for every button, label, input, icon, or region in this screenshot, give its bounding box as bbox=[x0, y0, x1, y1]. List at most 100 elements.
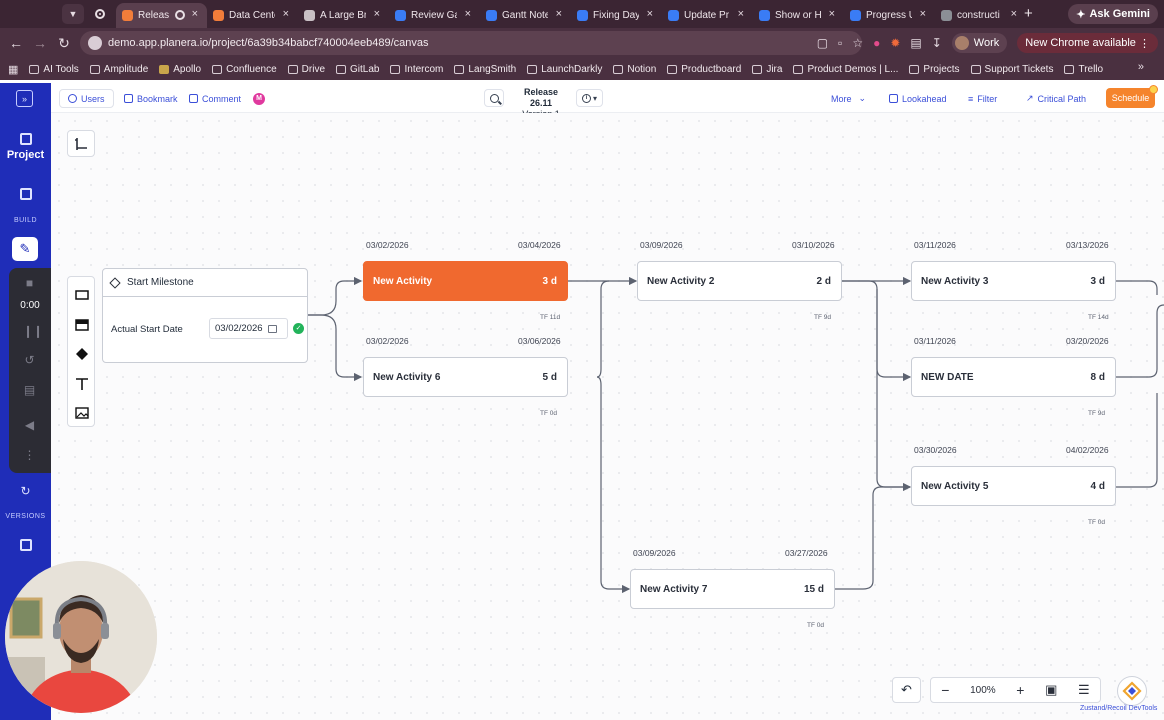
fit-to-screen-icon[interactable]: ▣ bbox=[1045, 682, 1057, 698]
apps-grid-icon[interactable]: ▦ bbox=[8, 63, 18, 76]
activity-node[interactable]: NEW DATE 8 d bbox=[911, 357, 1116, 397]
cast-icon[interactable]: ▫ bbox=[838, 36, 842, 50]
network-canvas[interactable]: Start Milestone Actual Start Date 03/02/… bbox=[51, 113, 1164, 720]
zoom-out-button[interactable]: − bbox=[941, 682, 949, 698]
bookmark-item[interactable]: Support Tickets bbox=[970, 64, 1053, 75]
bookmark-item[interactable]: Projects bbox=[909, 64, 960, 75]
milestone-tool[interactable] bbox=[75, 347, 89, 361]
sidebar-item-versions[interactable] bbox=[0, 539, 51, 551]
chrome-update-button[interactable]: New Chrome available ⋮ bbox=[1017, 33, 1158, 53]
activity-node[interactable]: New Activity 2 2 d bbox=[637, 261, 842, 301]
undo-button[interactable]: ↶ bbox=[892, 677, 921, 703]
sidebar-item-table[interactable] bbox=[0, 188, 51, 200]
browser-tab[interactable]: Fixing Day × bbox=[571, 3, 662, 28]
more-icon[interactable]: ⋮ bbox=[23, 448, 36, 462]
browser-tab[interactable]: Data Cente × bbox=[207, 3, 298, 28]
back-icon[interactable]: ← bbox=[4, 35, 28, 51]
sidebar-item-history[interactable]: ↻ bbox=[0, 484, 51, 498]
extension-icon[interactable]: ● bbox=[873, 36, 880, 50]
browser-tab[interactable]: Progress U × bbox=[844, 3, 935, 28]
settings-sliders-icon[interactable]: ☰ bbox=[1078, 682, 1090, 698]
bookmark-item[interactable]: Confluence bbox=[212, 64, 277, 75]
bookmark-item[interactable]: Intercom bbox=[390, 64, 443, 75]
close-icon[interactable]: × bbox=[556, 8, 562, 20]
bookmark-item[interactable]: AI Tools bbox=[29, 64, 79, 75]
search-button[interactable] bbox=[484, 89, 504, 107]
bookmark-item[interactable]: Jira bbox=[752, 64, 782, 75]
info-dropdown[interactable]: i ▾ bbox=[576, 89, 603, 107]
extension-burst-icon[interactable]: ✹ bbox=[890, 36, 900, 50]
filter-button[interactable]: ≡ Filter bbox=[968, 89, 997, 108]
bookmark-item[interactable]: Amplitude bbox=[89, 64, 148, 75]
bookmark-item[interactable]: LangSmith bbox=[454, 64, 516, 75]
start-milestone-card[interactable]: Start Milestone Actual Start Date 03/02/… bbox=[102, 268, 308, 363]
lookahead-button[interactable]: Lookahead bbox=[889, 89, 947, 108]
bookmark-item[interactable]: Product Demos | L... bbox=[793, 64, 898, 75]
schedule-button[interactable]: Schedule bbox=[1106, 85, 1158, 108]
bookmark-item[interactable]: Notion bbox=[613, 64, 656, 75]
reload-icon[interactable]: ↻ bbox=[52, 35, 76, 52]
close-icon[interactable]: × bbox=[647, 8, 653, 20]
browser-tab[interactable]: A Large Br × bbox=[298, 3, 389, 28]
tab-search-button[interactable]: ▼ bbox=[62, 4, 84, 24]
bookmark-item[interactable]: GitLab bbox=[336, 64, 379, 75]
browser-tab[interactable]: Show or H × bbox=[753, 3, 844, 28]
close-icon[interactable]: × bbox=[465, 8, 471, 20]
install-app-icon[interactable]: ▢ bbox=[817, 36, 828, 50]
text-tool[interactable] bbox=[75, 377, 89, 391]
sidebar-expand-button[interactable]: » bbox=[16, 90, 33, 107]
activity-node[interactable]: New Activity 3 3 d bbox=[911, 261, 1116, 301]
devtools-button[interactable] bbox=[1117, 676, 1147, 706]
bookmark-button[interactable]: Bookmark bbox=[124, 89, 178, 108]
pause-icon[interactable]: ❙❙ bbox=[23, 324, 43, 338]
bookmark-item[interactable]: Trello bbox=[1064, 64, 1103, 75]
sidebar-item-build[interactable]: ✎ bbox=[12, 237, 38, 261]
image-tool[interactable] bbox=[75, 406, 89, 420]
close-icon[interactable]: × bbox=[283, 8, 289, 20]
mute-icon[interactable]: ◀ bbox=[23, 418, 36, 432]
browser-tab[interactable]: Review Ga × bbox=[389, 3, 480, 28]
address-bar[interactable]: demo.app.planera.io/project/6a39b34babcf… bbox=[80, 31, 862, 55]
download-icon[interactable]: ↧ bbox=[932, 36, 942, 50]
critical-path-button[interactable]: ↗ Critical Path bbox=[1026, 89, 1086, 108]
activity-node[interactable]: New Activity 7 15 d bbox=[630, 569, 835, 609]
browser-tab[interactable]: Releas × bbox=[116, 3, 207, 28]
bookmarks-overflow-icon[interactable]: » bbox=[1138, 61, 1144, 73]
rectangle-tool[interactable] bbox=[75, 288, 89, 302]
forward-icon[interactable]: → bbox=[28, 35, 52, 51]
header-box-tool[interactable] bbox=[75, 318, 89, 332]
calendar-icon[interactable] bbox=[267, 324, 277, 333]
more-button[interactable]: More ⌄ bbox=[831, 89, 866, 108]
bookmark-star-icon[interactable]: ☆ bbox=[852, 36, 863, 50]
close-icon[interactable]: × bbox=[829, 8, 835, 20]
extensions-puzzle-icon[interactable]: ▤ bbox=[910, 36, 921, 50]
activity-node[interactable]: New Activity 3 d bbox=[363, 261, 568, 301]
close-icon[interactable]: × bbox=[192, 8, 198, 20]
browser-tab[interactable]: Gantt Note × bbox=[480, 3, 571, 28]
stop-icon[interactable]: ■ bbox=[23, 276, 36, 290]
sidebar-item-project[interactable]: Project bbox=[0, 133, 51, 161]
zoom-in-button[interactable]: + bbox=[1016, 682, 1024, 698]
bookmark-item[interactable]: Drive bbox=[287, 64, 325, 75]
ask-gemini-button[interactable]: ✦ Ask Gemini bbox=[1068, 4, 1158, 24]
trash-icon[interactable]: ▤ bbox=[23, 383, 36, 397]
browser-tab[interactable]: constructi × bbox=[935, 3, 1026, 28]
users-button[interactable]: Users bbox=[59, 89, 114, 108]
close-icon[interactable]: × bbox=[738, 8, 744, 20]
site-info-icon[interactable] bbox=[88, 36, 102, 50]
user-avatar[interactable]: M bbox=[253, 92, 266, 105]
activity-node[interactable]: New Activity 5 4 d bbox=[911, 466, 1116, 506]
new-tab-button[interactable]: + bbox=[1024, 5, 1033, 22]
comment-button[interactable]: Comment M bbox=[189, 89, 266, 108]
activity-node[interactable]: New Activity 6 5 d bbox=[363, 357, 568, 397]
bookmark-item[interactable]: LaunchDarkly bbox=[527, 64, 602, 75]
bookmark-item[interactable]: Apollo bbox=[159, 64, 201, 75]
close-icon[interactable]: × bbox=[1011, 8, 1017, 20]
close-icon[interactable]: × bbox=[374, 8, 380, 20]
browser-tab[interactable]: Update Pr × bbox=[662, 3, 753, 28]
close-icon[interactable]: × bbox=[920, 8, 926, 20]
profile-button[interactable]: Work bbox=[951, 33, 1008, 53]
restart-icon[interactable]: ↺ bbox=[23, 353, 36, 367]
bookmark-item[interactable]: Productboard bbox=[667, 64, 741, 75]
actual-start-date-input[interactable]: 03/02/2026 bbox=[209, 318, 288, 339]
